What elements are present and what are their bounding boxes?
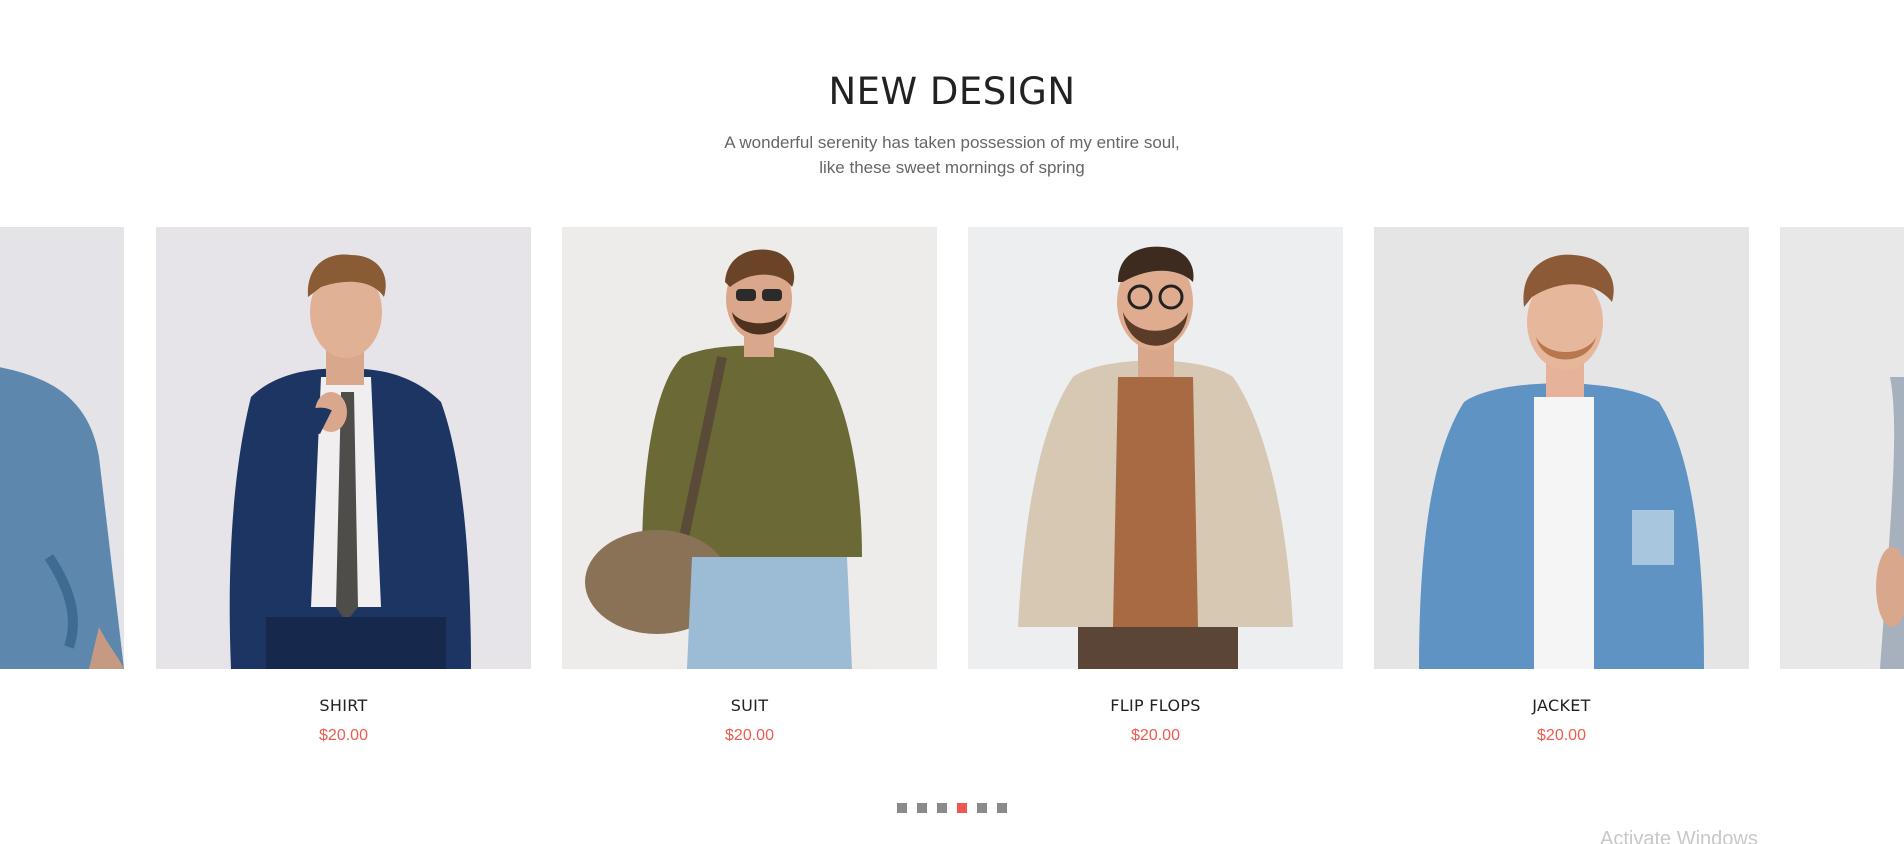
pagination-dot[interactable] [897, 803, 907, 813]
product-photo-illustration [1419, 254, 1704, 669]
product-price: $20.00 [319, 727, 368, 744]
product-card-partial-left[interactable] [0, 227, 124, 669]
product-price: $20.00 [725, 727, 774, 744]
product-name[interactable]: SHIRT [156, 696, 531, 715]
product-name[interactable]: FLIP FLOPS [968, 696, 1343, 715]
pagination-dot[interactable] [937, 803, 947, 813]
product-price: $20.00 [1537, 727, 1586, 744]
product-photo-illustration [229, 254, 471, 669]
subtitle-line-2: like these sweet mornings of spring [819, 158, 1085, 177]
product-card[interactable]: JACKET $20.00 [1374, 227, 1749, 745]
product-image[interactable] [968, 227, 1343, 669]
product-card-partial-right[interactable] [1780, 227, 1904, 669]
section-title: NEW DESIGN [828, 70, 1076, 113]
subtitle-line-1: A wonderful serenity has taken possessio… [724, 133, 1180, 152]
product-image[interactable] [1780, 227, 1904, 669]
product-carousel-section: NEW DESIGN A wonderful serenity has take… [0, 0, 1904, 844]
product-card[interactable]: SUIT $20.00 [562, 227, 937, 745]
product-image[interactable] [0, 227, 124, 669]
section-subtitle: A wonderful serenity has taken possessio… [0, 130, 1904, 180]
pagination-dot[interactable] [997, 803, 1007, 813]
product-card[interactable]: SHIRT $20.00 [156, 227, 531, 745]
product-photo-illustration [0, 367, 124, 669]
product-carousel[interactable]: SHIRT $20.00 SUIT $20.00 FLIP FLOPS $20.… [0, 227, 1904, 767]
product-image[interactable] [1374, 227, 1749, 669]
product-name[interactable]: SUIT [562, 696, 937, 715]
product-photo-illustration [1018, 246, 1293, 669]
pagination-dot[interactable] [957, 803, 967, 813]
product-image[interactable] [562, 227, 937, 669]
product-name[interactable]: JACKET [1374, 696, 1749, 715]
product-card[interactable]: FLIP FLOPS $20.00 [968, 227, 1343, 745]
product-price: $20.00 [1131, 727, 1180, 744]
carousel-pagination [0, 803, 1904, 813]
product-photo-illustration [585, 249, 862, 669]
product-photo-illustration [1876, 377, 1904, 669]
product-image[interactable] [156, 227, 531, 669]
pagination-dot[interactable] [917, 803, 927, 813]
activate-windows-watermark: Activate Windows [1600, 828, 1758, 844]
pagination-dot[interactable] [977, 803, 987, 813]
